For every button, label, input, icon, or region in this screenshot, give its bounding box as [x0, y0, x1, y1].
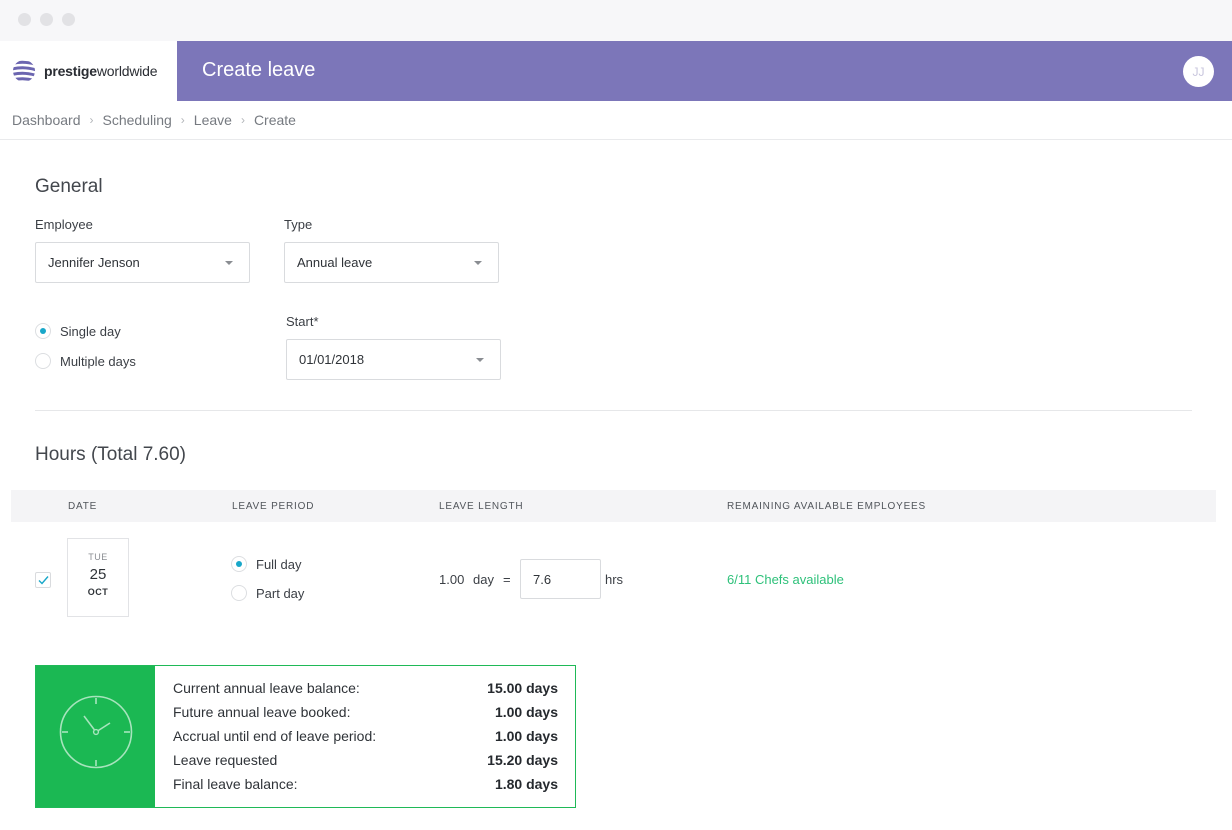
radio-button[interactable] [231, 585, 247, 601]
radio-part-day-label: Part day [256, 585, 305, 601]
page-title: Create leave [202, 59, 316, 81]
chevron-right-icon: › [89, 113, 94, 127]
radio-button[interactable] [35, 353, 51, 369]
equals-sign: = [503, 572, 511, 587]
window-minimize-button[interactable] [40, 13, 53, 26]
hours-section-title: Hours (Total 7.60) [35, 444, 187, 465]
breadcrumb-divider [0, 139, 1232, 140]
breadcrumb-create: Create [253, 112, 296, 128]
breadcrumb-dashboard[interactable]: Dashboard [12, 112, 81, 128]
brand-name: prestigeworldwide [44, 63, 158, 79]
avatar[interactable]: JJ [1183, 56, 1214, 87]
balance-label: Current annual leave balance: [173, 680, 360, 696]
checkmark-icon [38, 576, 49, 585]
radio-button-selected[interactable] [35, 323, 51, 339]
chevron-right-icon: › [240, 113, 245, 127]
radio-full-day[interactable]: Full day [231, 556, 302, 572]
column-header-leave-length: LEAVE LENGTH [439, 501, 524, 512]
column-header-leave-period: LEAVE PERIOD [232, 501, 315, 512]
hours-table-header: DATE LEAVE PERIOD LEAVE LENGTH REMAINING… [11, 490, 1216, 522]
balance-label: Accrual until end of leave period: [173, 728, 377, 744]
type-select-value: Annual leave [297, 255, 373, 270]
radio-multiple-days[interactable]: Multiple days [35, 353, 136, 369]
radio-single-day[interactable]: Single day [35, 323, 121, 339]
start-date-value: 01/01/2018 [299, 352, 365, 367]
date-day-of-week: TUE [88, 552, 108, 562]
breadcrumb: Dashboard › Scheduling › Leave › Create [12, 112, 296, 128]
radio-full-day-label: Full day [256, 556, 302, 572]
brand-logo[interactable]: prestigeworldwide [0, 41, 177, 101]
balance-value: 15.20 days [487, 752, 558, 768]
employee-label: Employee [35, 217, 93, 232]
caret-down-icon [476, 358, 484, 362]
general-section-title: General [35, 176, 103, 197]
balance-value: 1.00 days [494, 704, 558, 720]
employee-select[interactable]: Jennifer Jenson [35, 242, 250, 283]
balance-value: 1.80 days [494, 776, 558, 792]
window-maximize-button[interactable] [62, 13, 75, 26]
window-close-button[interactable] [18, 13, 31, 26]
radio-multiple-days-label: Multiple days [60, 353, 136, 369]
start-label: Start* [286, 314, 319, 329]
hours-input[interactable] [520, 559, 601, 599]
balance-label: Final leave balance: [173, 776, 298, 792]
balance-icon-panel [36, 666, 155, 807]
clock-icon [59, 695, 133, 769]
window-titlebar [0, 0, 1232, 41]
leave-length-unit: day [473, 572, 494, 587]
hours-unit: hrs [605, 572, 624, 587]
striped-globe-icon [13, 60, 35, 82]
balance-label: Leave requested [173, 752, 278, 768]
available-employees-text: 6/11 Chefs available [727, 572, 844, 587]
caret-down-icon [225, 261, 233, 265]
radio-single-day-label: Single day [60, 323, 121, 339]
date-day-number: 25 [89, 566, 107, 583]
column-header-date: DATE [68, 501, 98, 512]
type-label: Type [284, 217, 313, 232]
balance-label: Future annual leave booked: [173, 704, 351, 720]
type-select[interactable]: Annual leave [284, 242, 499, 283]
date-month: OCT [87, 587, 109, 597]
balance-value: 15.00 days [487, 680, 558, 696]
radio-part-day[interactable]: Part day [231, 585, 304, 601]
leave-balance-panel: Current annual leave balance: 15.00 days… [35, 665, 576, 808]
page-header: Create leave JJ [177, 41, 1232, 101]
column-header-remaining-available: REMAINING AVAILABLE EMPLOYEES [727, 501, 927, 512]
caret-down-icon [474, 261, 482, 265]
balance-value: 1.00 days [494, 728, 558, 744]
employee-select-value: Jennifer Jenson [48, 255, 140, 270]
start-date-select[interactable]: 01/01/2018 [286, 339, 501, 380]
radio-button-selected[interactable] [231, 556, 247, 572]
date-card: TUE 25 OCT [67, 538, 129, 617]
section-divider [35, 410, 1192, 411]
chevron-right-icon: › [180, 113, 185, 127]
row-checkbox[interactable] [35, 572, 51, 588]
breadcrumb-scheduling[interactable]: Scheduling [103, 112, 172, 128]
breadcrumb-leave[interactable]: Leave [194, 112, 232, 128]
leave-length-days: 1.00 [439, 572, 465, 587]
